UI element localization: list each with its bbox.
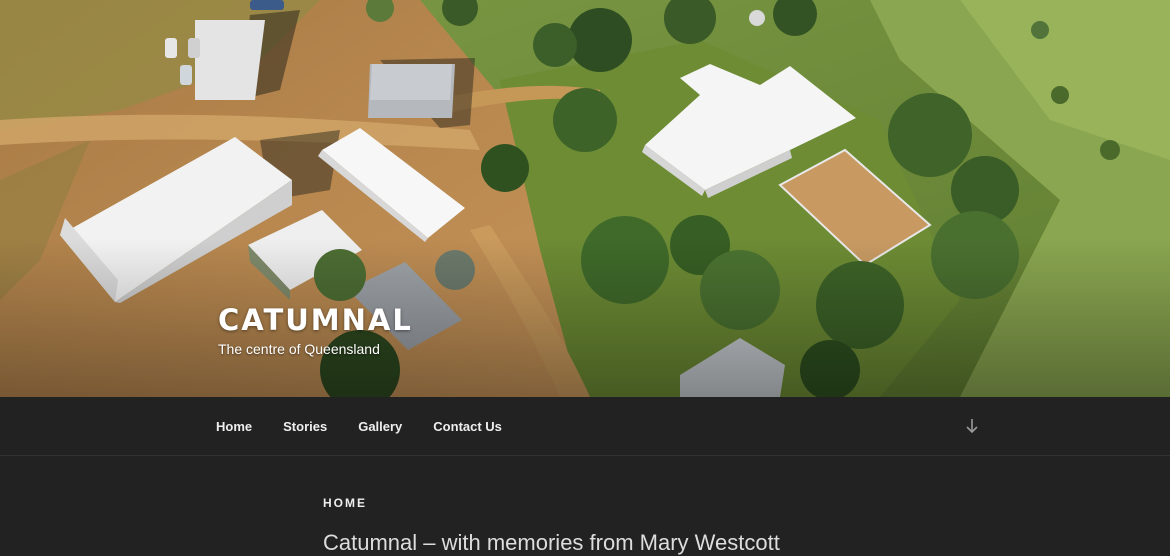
main-menu: Home Stories Gallery Contact Us xyxy=(216,397,533,455)
aerial-photo xyxy=(0,0,1170,397)
page-heading: HOME xyxy=(323,496,367,510)
nav-item-stories[interactable]: Stories xyxy=(283,419,358,434)
header-image: CATUMNAL The centre of Queensland xyxy=(0,0,1170,397)
entry-title[interactable]: Catumnal – with memories from Mary Westc… xyxy=(323,530,780,556)
arrow-down-icon[interactable] xyxy=(962,416,982,436)
main-content: HOME Catumnal – with memories from Mary … xyxy=(0,456,1170,555)
nav-item-contact-us[interactable]: Contact Us xyxy=(433,419,533,434)
site-branding: CATUMNAL The centre of Queensland xyxy=(218,303,413,358)
nav-item-home[interactable]: Home xyxy=(216,419,283,434)
site-title[interactable]: CATUMNAL xyxy=(218,303,413,337)
site-description: The centre of Queensland xyxy=(218,341,380,357)
nav-item-gallery[interactable]: Gallery xyxy=(358,419,433,434)
main-navigation: Home Stories Gallery Contact Us xyxy=(0,397,1170,456)
